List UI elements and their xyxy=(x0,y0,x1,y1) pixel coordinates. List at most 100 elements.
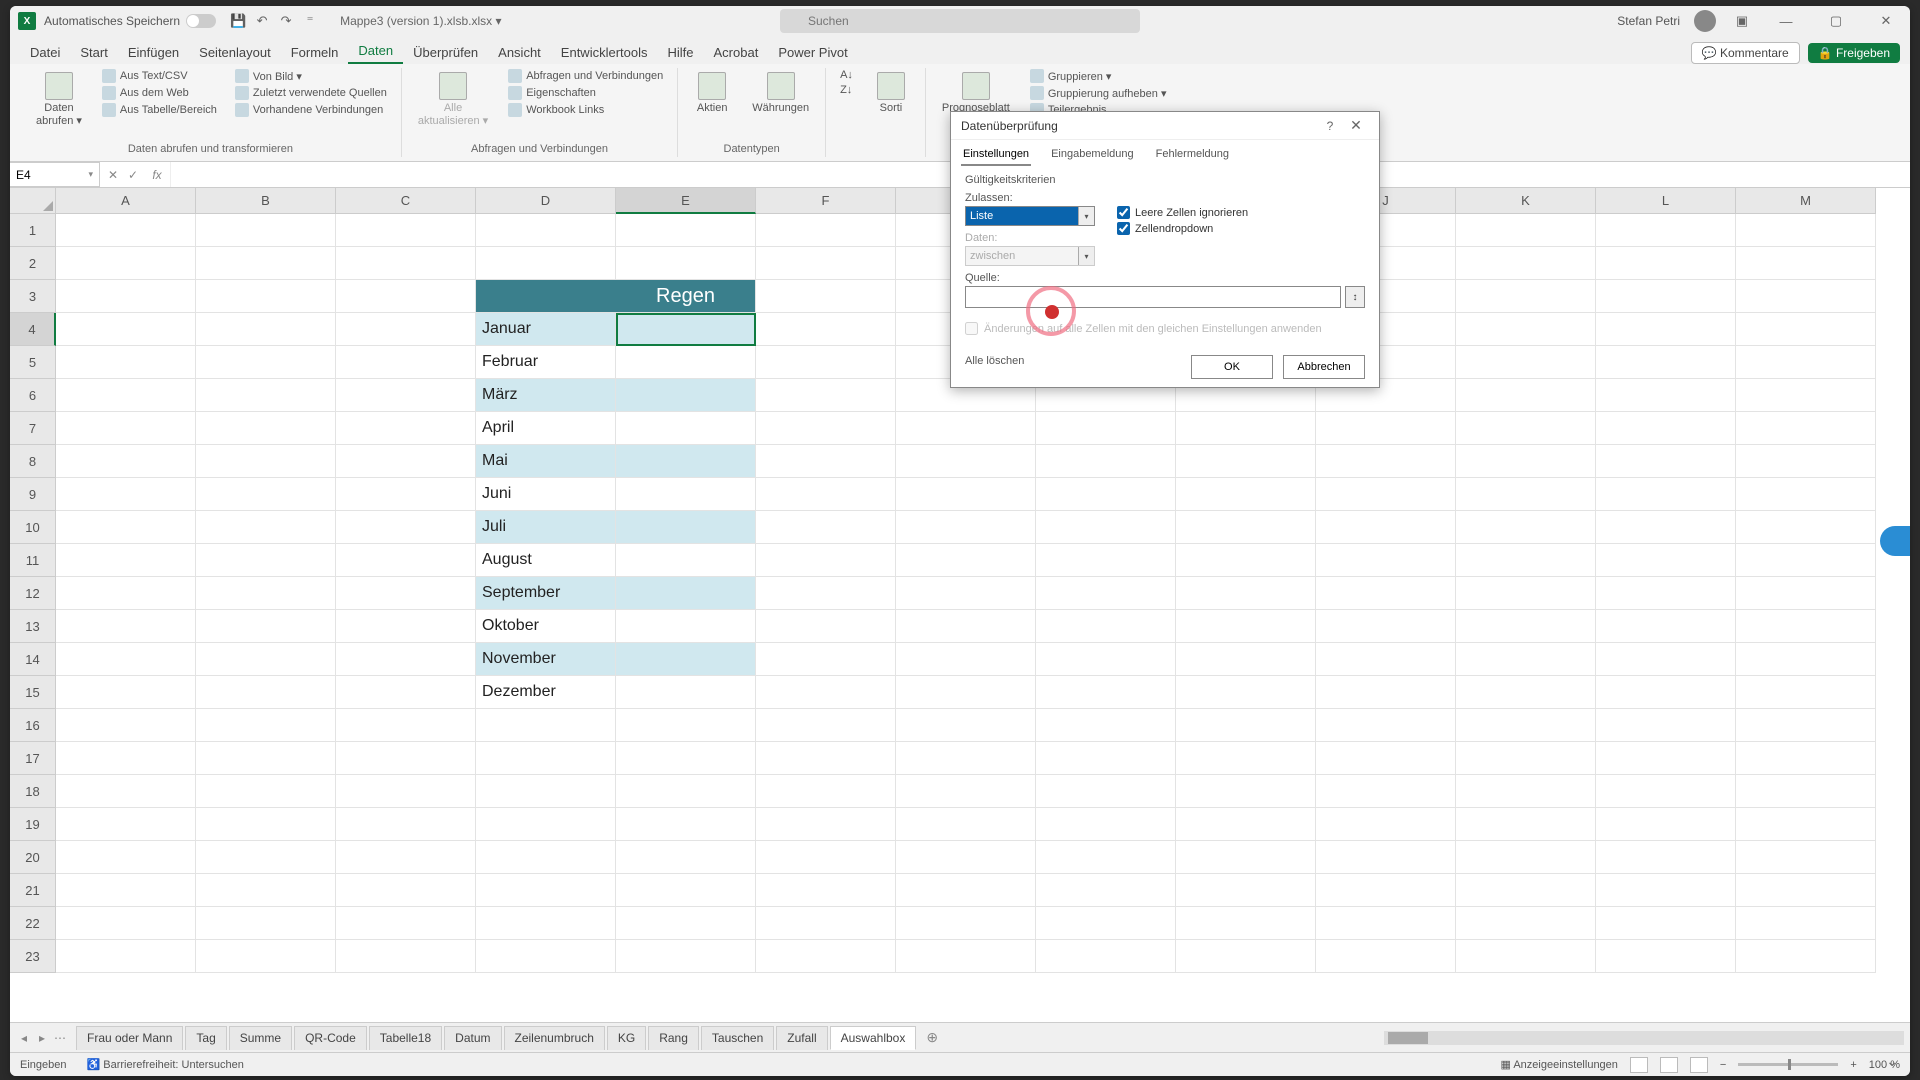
save-icon[interactable]: 💾 xyxy=(230,13,246,29)
cell[interactable] xyxy=(896,643,1036,676)
maximize-button[interactable]: ▢ xyxy=(1818,6,1854,36)
cell[interactable] xyxy=(476,940,616,973)
cell[interactable] xyxy=(756,841,896,874)
cell[interactable] xyxy=(56,412,196,445)
cell[interactable] xyxy=(756,940,896,973)
cell[interactable] xyxy=(1736,214,1876,247)
dlg-tab-input[interactable]: Eingabemeldung xyxy=(1049,144,1136,166)
cell[interactable]: Dezember xyxy=(476,676,616,709)
cell[interactable] xyxy=(1736,346,1876,379)
cell[interactable] xyxy=(336,445,476,478)
cell[interactable] xyxy=(1316,478,1456,511)
ok-button[interactable]: OK xyxy=(1191,355,1273,379)
cell[interactable] xyxy=(616,511,756,544)
sheet-tab[interactable]: Auswahlbox xyxy=(830,1026,917,1050)
row-21[interactable]: 21 xyxy=(10,874,56,907)
row-8[interactable]: 8 xyxy=(10,445,56,478)
cell[interactable] xyxy=(1316,874,1456,907)
cell[interactable] xyxy=(616,709,756,742)
cell[interactable] xyxy=(616,643,756,676)
cell[interactable] xyxy=(1736,280,1876,313)
cell[interactable] xyxy=(756,214,896,247)
sheet-tab[interactable]: Tauschen xyxy=(701,1026,774,1050)
cell[interactable] xyxy=(756,346,896,379)
cell[interactable] xyxy=(476,214,616,247)
redo-icon[interactable]: ↷ xyxy=(278,13,294,29)
tab-ansicht[interactable]: Ansicht xyxy=(488,41,551,64)
row-13[interactable]: 13 xyxy=(10,610,56,643)
cell[interactable] xyxy=(756,808,896,841)
cell[interactable] xyxy=(1596,808,1736,841)
queries-connections[interactable]: Abfragen und Verbindungen xyxy=(504,68,667,84)
cell[interactable] xyxy=(756,313,896,346)
cell[interactable] xyxy=(1736,940,1876,973)
cell[interactable] xyxy=(336,610,476,643)
cell[interactable] xyxy=(1456,643,1596,676)
cell[interactable] xyxy=(756,247,896,280)
cell[interactable] xyxy=(1736,775,1876,808)
cell[interactable] xyxy=(1596,511,1736,544)
side-badge[interactable] xyxy=(1880,526,1910,556)
cell[interactable] xyxy=(56,841,196,874)
cell[interactable] xyxy=(896,940,1036,973)
from-web[interactable]: Aus dem Web xyxy=(98,85,221,101)
from-table[interactable]: Aus Tabelle/Bereich xyxy=(98,102,221,118)
currencies-button[interactable]: Währungen xyxy=(746,68,815,141)
cell[interactable] xyxy=(1596,775,1736,808)
ungroup-btn[interactable]: Gruppierung aufheben ▾ xyxy=(1026,85,1171,101)
cell[interactable] xyxy=(616,346,756,379)
cell[interactable] xyxy=(196,676,336,709)
cell[interactable] xyxy=(756,610,896,643)
row-3[interactable]: 3 xyxy=(10,280,56,313)
cell[interactable] xyxy=(1176,841,1316,874)
cell[interactable]: Juli xyxy=(476,511,616,544)
sort-az[interactable]: A↓ xyxy=(836,68,857,82)
cell[interactable]: Januar xyxy=(476,313,616,346)
sheet-tab[interactable]: Datum xyxy=(444,1026,501,1050)
cell[interactable] xyxy=(1596,940,1736,973)
row-12[interactable]: 12 xyxy=(10,577,56,610)
cell[interactable] xyxy=(896,874,1036,907)
cell[interactable] xyxy=(476,280,616,313)
row-20[interactable]: 20 xyxy=(10,841,56,874)
cell[interactable] xyxy=(56,577,196,610)
cell[interactable] xyxy=(896,808,1036,841)
minimize-button[interactable]: — xyxy=(1768,6,1804,36)
cell[interactable]: April xyxy=(476,412,616,445)
cell[interactable] xyxy=(1596,643,1736,676)
cell[interactable] xyxy=(1456,742,1596,775)
cell[interactable] xyxy=(1176,808,1316,841)
cell[interactable] xyxy=(1176,544,1316,577)
cell[interactable] xyxy=(756,907,896,940)
cell[interactable] xyxy=(616,412,756,445)
cell[interactable] xyxy=(1456,544,1596,577)
cell[interactable] xyxy=(336,412,476,445)
cell[interactable] xyxy=(56,610,196,643)
cell[interactable] xyxy=(1736,379,1876,412)
cell[interactable] xyxy=(896,907,1036,940)
cell[interactable] xyxy=(1456,313,1596,346)
cell[interactable] xyxy=(336,709,476,742)
cell[interactable] xyxy=(336,676,476,709)
cell[interactable] xyxy=(56,874,196,907)
cell[interactable] xyxy=(1316,445,1456,478)
cell[interactable] xyxy=(196,808,336,841)
cell[interactable]: Oktober xyxy=(476,610,616,643)
cell[interactable] xyxy=(1596,841,1736,874)
cell[interactable] xyxy=(1456,709,1596,742)
add-sheet-button[interactable]: ⊕ xyxy=(918,1025,946,1050)
cell[interactable] xyxy=(56,247,196,280)
row-19[interactable]: 19 xyxy=(10,808,56,841)
zoom-out[interactable]: − xyxy=(1720,1059,1726,1071)
row-7[interactable]: 7 xyxy=(10,412,56,445)
cell[interactable] xyxy=(1456,247,1596,280)
source-input[interactable] xyxy=(965,286,1341,308)
cell[interactable] xyxy=(756,478,896,511)
tab-powerpivot[interactable]: Power Pivot xyxy=(768,41,857,64)
cell[interactable] xyxy=(56,379,196,412)
qat-more-icon[interactable]: ⁼ xyxy=(302,13,318,29)
cell[interactable] xyxy=(1036,610,1176,643)
sort-button[interactable]: Sorti xyxy=(867,68,915,141)
cell[interactable] xyxy=(1456,280,1596,313)
cell[interactable] xyxy=(56,313,196,346)
